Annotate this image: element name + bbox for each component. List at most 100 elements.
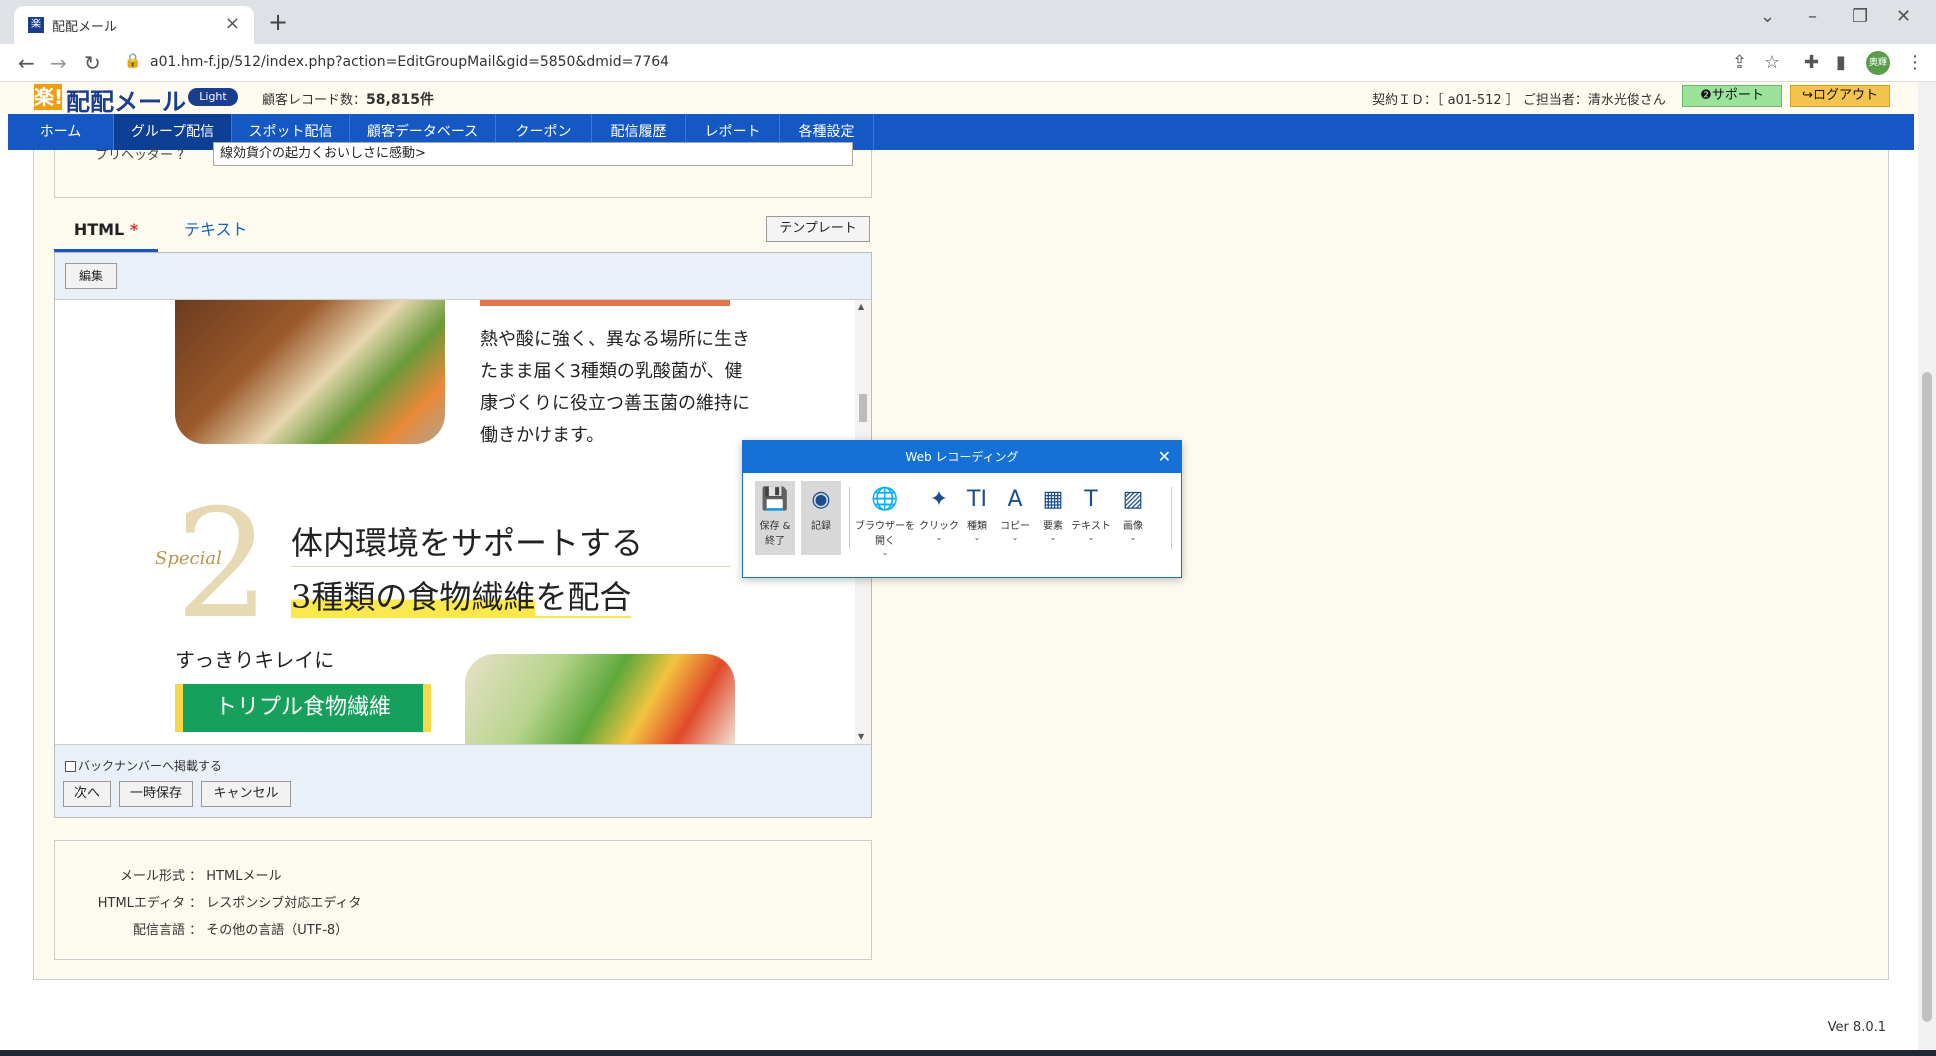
reload-icon[interactable]: ↻ [84,51,101,75]
click-label: クリック [919,521,959,532]
share-icon[interactable]: ⇪ [1732,52,1747,73]
chevron-down-icon: ⌄ [1129,533,1137,542]
chevron-down-icon: ⌄ [1049,533,1057,542]
mail-info-box: メール形式 ： HTMLメール HTMLエディタ ： レスポンシブ対応エディタ … [54,840,872,960]
toolbar-divider [849,487,850,549]
element-label: 要素 [1043,521,1063,532]
globe-icon: 🌐 [871,487,899,512]
kirei-text: すっきりキレイに [175,648,335,672]
image-button[interactable]: ▨ 画像 ⌄ [1113,481,1153,555]
record-label: 記録 [811,521,831,532]
record-count: 顧客レコード数：58,815件 [262,89,434,109]
url-field[interactable]: a01.hm-f.jp/512/index.php?action=EditGro… [150,54,669,70]
save-exit-button[interactable]: 💾 保存 & 終了 [755,481,795,555]
record-icon: ◉ [811,487,831,512]
tab-html-label: HTML [73,220,125,239]
version-label: Ver 8.0.1 [1827,1020,1886,1035]
miso-description: 熱や酸に強く、異なる場所に生きたまま届く3種類の乳酸菌が、健康づくりに役立つ善玉… [480,329,750,446]
accent-bar [480,300,730,306]
web-recording-panel: Web レコーディング ✕ 💾 保存 & 終了 ◉ 記録 🌐 ブラウザーを開く … [742,440,1182,578]
tab-html[interactable]: HTML * [54,210,158,252]
extensions-icon[interactable]: ✚ [1804,52,1819,73]
logo-mark[interactable]: 楽! [34,84,63,110]
backnumber-option[interactable]: バックナンバーへ掲載する [65,757,222,774]
info-row: HTMLエディタ ： レスポンシブ対応エディタ [75,892,362,911]
sidepanel-icon[interactable]: ▮ [1836,52,1846,73]
lock-icon[interactable]: 🔒 [124,53,141,69]
browser-tab-bar: 楽 配配メール × + ⌄ – ❐ ✕ [0,0,1936,44]
element-icon: ▦ [1042,487,1064,512]
close-tab-icon[interactable]: × [225,13,240,34]
copy-button[interactable]: A コピー ⌄ [995,481,1035,555]
record-value: 58,815件 [366,92,435,108]
text-icon: T [1084,487,1098,512]
save-icon: 💾 [761,487,789,512]
type-label: 種類 [967,521,987,532]
info-row: メール形式 ： HTMLメール [75,865,281,884]
info-value: レスポンシブ対応エディタ [206,896,362,911]
preheader-input[interactable]: 線効貨介の起力くおいしさに感動> [213,142,853,166]
menu-kebab-icon[interactable]: ⋮ [1906,52,1924,73]
bookmark-star-icon[interactable]: ☆ [1764,52,1780,73]
minimize-icon[interactable]: – [1808,6,1817,27]
image-label: 画像 [1123,521,1143,532]
open-browser-button[interactable]: 🌐 ブラウザーを開く ⌄ [853,481,917,557]
scroll-down-icon[interactable]: ▼ [858,732,864,741]
miso-image [175,300,445,444]
save-exit-label: 保存 & 終了 [759,521,791,547]
profile-avatar[interactable]: 奥輝 [1866,51,1890,75]
browser-tab[interactable]: 楽 配配メール × [14,6,254,44]
next-button[interactable]: 次へ [63,781,111,807]
tab-text[interactable]: テキスト [184,210,248,250]
image-icon: ▨ [1122,487,1144,512]
page-scroll-thumb[interactable] [1922,372,1932,1022]
recorder-title: Web レコーディング [743,441,1181,473]
record-label: 顧客レコード数： [262,93,367,108]
logo-text[interactable]: 配配メール [66,82,186,117]
chevron-down-icon: ⌄ [973,533,981,542]
contract-info: 契約ＩＤ：［ a01-512 ］ ご担当者：清水光俊さん [1372,93,1666,108]
headline-fiber-main: 3種類の食物繊維 [291,578,536,616]
chevron-down-icon: ⌄ [935,533,943,542]
element-button[interactable]: ▦ 要素 ⌄ [1033,481,1073,555]
chevron-down-icon: ⌄ [1087,533,1095,542]
favicon-icon: 楽 [28,17,44,33]
text-button[interactable]: T テキスト ⌄ [1071,481,1111,555]
recorder-close-icon[interactable]: ✕ [1158,441,1171,473]
preheader-label: プリヘッダー ? [95,148,185,163]
click-button[interactable]: ✦ クリック ⌄ [919,481,959,555]
info-value: その他の言語（UTF-8） [206,923,349,938]
chevron-down-icon: ⌄ [881,548,889,557]
page-scrollbar[interactable] [1918,82,1936,1050]
edit-button[interactable]: 編集 [65,263,117,289]
special-label: Special [155,548,222,569]
backnumber-checkbox[interactable] [65,761,76,772]
scroll-up-icon[interactable]: ▲ [858,302,864,311]
logout-button[interactable]: ↪ログアウト [1790,85,1890,107]
window-close-icon[interactable]: ✕ [1896,6,1911,27]
os-taskbar [0,1050,1936,1056]
cancel-button[interactable]: キャンセル [201,781,291,807]
headline-fiber-tail: を配合 [535,578,632,616]
template-button[interactable]: テンプレート [766,216,870,242]
forward-icon[interactable]: → [50,51,67,75]
headline-fiber: 3種類の食物繊維を配合 [291,572,632,618]
support-button[interactable]: ❷サポート [1682,85,1782,107]
chevron-down-icon: ⌄ [1011,533,1019,542]
type-button[interactable]: TI 種類 ⌄ [957,481,997,555]
preview-scroll-thumb[interactable] [859,394,867,422]
headline-support: 体内環境をサポートする [291,524,644,562]
tab-search-icon[interactable]: ⌄ [1760,6,1775,27]
text-label: テキスト [1071,521,1111,532]
record-button[interactable]: ◉ 記録 [801,481,841,555]
save-draft-button[interactable]: 一時保存 [119,781,193,807]
app-header: 楽! 配配メール Light 顧客レコード数：58,815件 契約ＩＤ：［ a0… [0,82,1936,117]
info-row: 配信言語 ： その他の言語（UTF-8） [75,919,348,938]
edition-badge: Light [188,88,238,106]
back-icon[interactable]: ← [18,51,35,75]
click-icon: ✦ [929,487,949,512]
restore-icon[interactable]: ❐ [1852,6,1868,27]
new-tab-icon[interactable]: + [268,8,288,36]
open-browser-label: ブラウザーを開く [855,521,915,547]
info-label: HTMLエディタ [97,896,185,911]
